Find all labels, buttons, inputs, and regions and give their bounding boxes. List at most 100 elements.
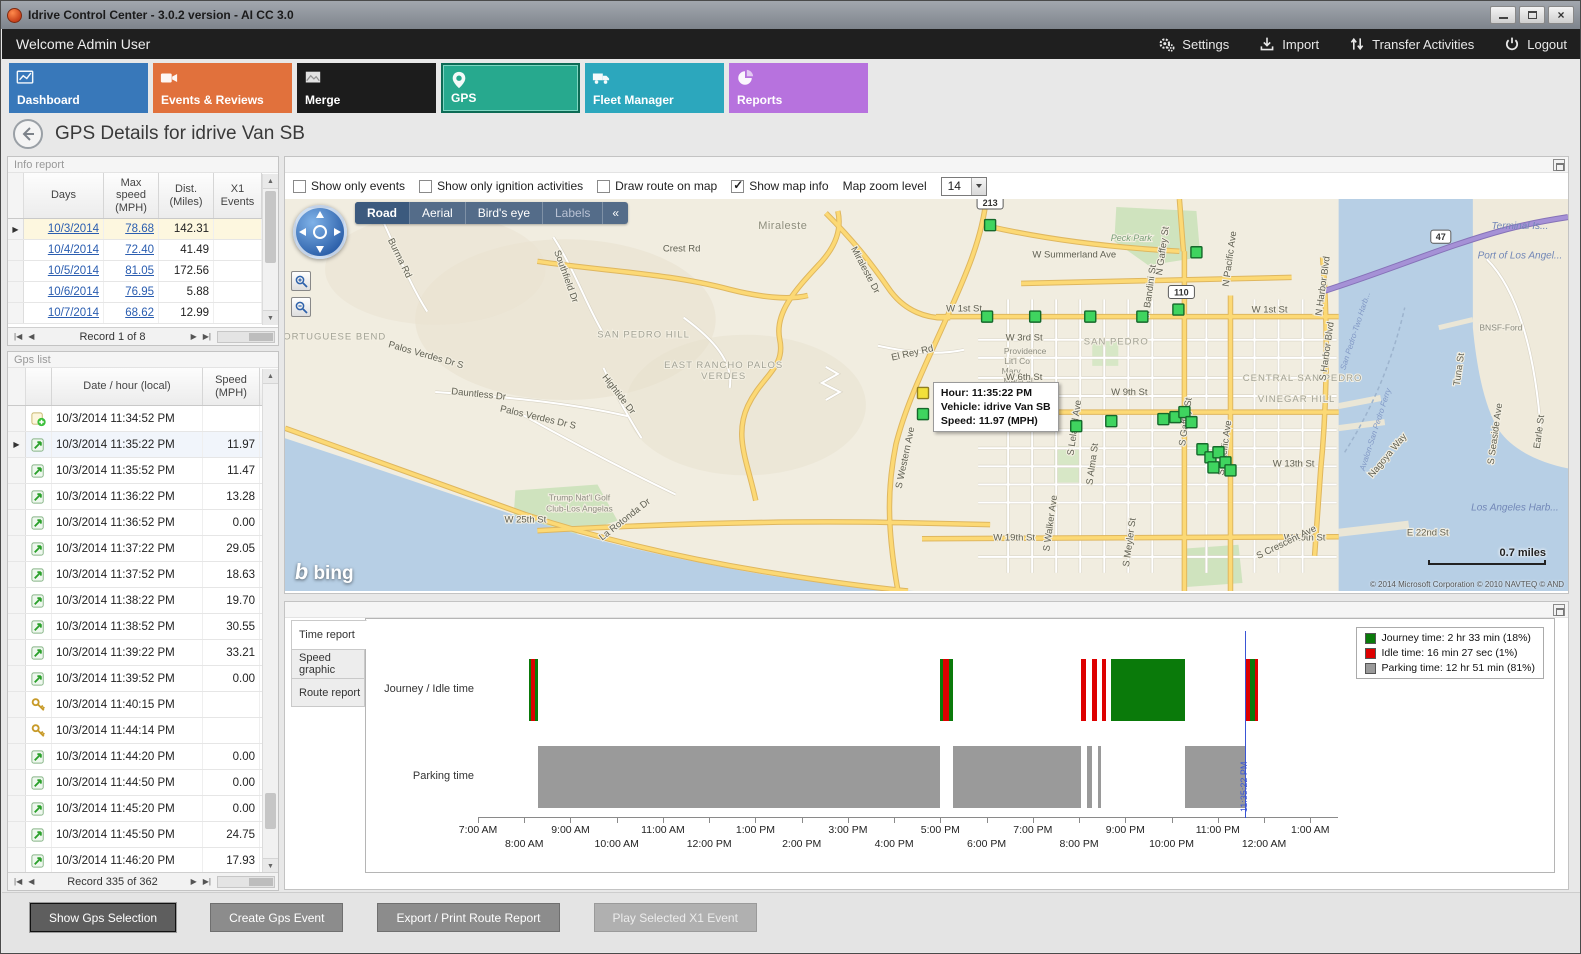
nav-tile-events[interactable]: Events & Reviews (153, 63, 292, 113)
days-cell[interactable]: 10/4/2014 (24, 240, 104, 260)
scroll-up-icon[interactable]: ▲ (263, 369, 278, 384)
gps-hscrollbar[interactable] (217, 876, 275, 888)
gps-list-row[interactable]: 10/3/2014 11:45:50 PM24.75 (8, 822, 278, 848)
gps-marker[interactable] (1191, 247, 1202, 258)
maximize-button[interactable] (1519, 6, 1545, 24)
pan-west-icon[interactable] (299, 228, 306, 236)
nav-tile-dashboard[interactable]: Dashboard (9, 63, 148, 113)
column-header[interactable]: Max speed (MPH) (104, 173, 159, 218)
topbar-action-import[interactable]: Import (1259, 36, 1319, 52)
max-speed-link[interactable]: 78.68 (125, 223, 154, 235)
gps-marker[interactable] (917, 409, 928, 420)
day-link[interactable]: 10/6/2014 (48, 286, 99, 298)
map-canvas[interactable]: MiralestePeck ParkW Summerland AveCrest … (285, 199, 1568, 591)
map-style-tab-labels[interactable]: Labels (543, 202, 603, 224)
gps-list-row[interactable]: 10/3/2014 11:38:52 PM30.55 (8, 614, 278, 640)
gps-marker[interactable] (1158, 414, 1169, 425)
checkbox-unchecked-icon[interactable] (597, 180, 610, 193)
max-speed-link[interactable]: 81.05 (125, 265, 154, 277)
gps-list-row[interactable]: 10/3/2014 11:36:52 PM0.00 (8, 510, 278, 536)
first-page-button[interactable]: |◀ (12, 332, 24, 341)
chart-panel-collapse-button[interactable] (1553, 604, 1565, 616)
table-row[interactable]: 10/6/201476.955.88 (8, 282, 278, 303)
nav-tile-fleet[interactable]: Fleet Manager (585, 63, 724, 113)
show-gps-selection-button[interactable]: Show Gps Selection (30, 903, 176, 932)
max-speed-cell[interactable]: 81.05 (104, 261, 159, 281)
max-speed-link[interactable]: 72.40 (125, 244, 154, 256)
map-panel-collapse-button[interactable] (1553, 159, 1565, 171)
gps-list-row[interactable]: 10/3/2014 11:46:20 PM17.93 (8, 848, 278, 874)
gps-marker[interactable] (1030, 311, 1041, 322)
checkbox-show-map-info[interactable]: Show map info (731, 179, 828, 193)
day-link[interactable]: 10/5/2014 (48, 265, 99, 277)
checkbox-checked-icon[interactable] (731, 180, 744, 193)
checkbox-unchecked-icon[interactable] (419, 180, 432, 193)
last-page-button[interactable]: ▶| (201, 332, 213, 341)
column-header[interactable]: Speed (MPH) (203, 368, 260, 405)
create-gps-event-button[interactable]: Create Gps Event (210, 903, 343, 932)
gps-marker[interactable] (1186, 417, 1197, 428)
chart-tab-route-report[interactable]: Route report (291, 678, 365, 707)
map-view[interactable]: MiralestePeck ParkW Summerland AveCrest … (285, 199, 1568, 591)
gps-marker[interactable] (1225, 465, 1236, 476)
gps-marker[interactable] (1106, 416, 1117, 427)
first-page-button[interactable]: |◀ (12, 877, 24, 886)
table-row[interactable]: 10/4/201472.4041.49 (8, 240, 278, 261)
export-print-route-report-button[interactable]: Export / Print Route Report (377, 903, 559, 932)
max-speed-link[interactable]: 76.95 (125, 286, 154, 298)
gps-list-row[interactable]: 10/3/2014 11:38:22 PM19.70 (8, 588, 278, 614)
table-row[interactable]: 10/5/201481.05172.56 (8, 261, 278, 282)
gps-marker[interactable] (1173, 304, 1184, 315)
checkbox-draw-route-on-map[interactable]: Draw route on map (597, 179, 717, 193)
max-speed-cell[interactable]: 68.62 (104, 303, 159, 323)
map-zoom-level-select[interactable]: 14 (941, 177, 987, 196)
scrollbar-thumb[interactable] (265, 191, 276, 263)
zoom-out-button[interactable] (291, 297, 311, 317)
scroll-down-icon[interactable]: ▼ (263, 310, 278, 325)
nav-tile-reports[interactable]: Reports (729, 63, 868, 113)
column-header[interactable]: Date / hour (local) (52, 368, 203, 405)
day-link[interactable]: 10/7/2014 (48, 307, 99, 319)
table-row[interactable]: 10/7/201468.6212.99 (8, 303, 278, 324)
map-style-tab-road[interactable]: Road (355, 202, 410, 224)
scrollbar-thumb[interactable] (265, 793, 276, 829)
pan-south-icon[interactable] (316, 246, 324, 253)
pan-east-icon[interactable] (334, 228, 341, 236)
gps-list-row[interactable]: ▶10/3/2014 11:35:22 PM11.97 (8, 432, 278, 458)
gps-marker[interactable] (982, 311, 993, 322)
compass-center[interactable] (313, 225, 327, 239)
info-report-scrollbar[interactable]: ▲ ▼ (262, 174, 278, 325)
column-header[interactable]: X1 Events (214, 173, 262, 218)
table-row[interactable]: ▶10/3/201478.68142.31 (8, 219, 278, 240)
gps-list-row[interactable]: 10/3/2014 11:44:50 PM0.00 (8, 770, 278, 796)
minimize-button[interactable] (1490, 6, 1516, 24)
gps-list-row[interactable]: 10/3/2014 11:40:15 PM (8, 692, 278, 718)
pan-north-icon[interactable] (316, 211, 324, 218)
gps-list-row[interactable]: 10/3/2014 11:34:52 PM (8, 406, 278, 432)
gps-list-scrollbar[interactable]: ▲ ▼ (262, 369, 278, 873)
gps-list-row[interactable]: 10/3/2014 11:36:22 PM13.28 (8, 484, 278, 510)
map-style-tab-aerial[interactable]: Aerial (410, 202, 466, 224)
gps-marker[interactable] (1208, 462, 1219, 473)
checkbox-unchecked-icon[interactable] (293, 180, 306, 193)
gps-marker-selected[interactable] (917, 387, 928, 398)
days-cell[interactable]: 10/6/2014 (24, 282, 104, 302)
close-button[interactable]: × (1548, 6, 1574, 24)
next-page-button[interactable]: ▶ (189, 332, 199, 341)
info-hscrollbar[interactable] (217, 331, 275, 343)
scroll-down-icon[interactable]: ▼ (263, 858, 278, 873)
gps-list-row[interactable]: 10/3/2014 11:45:20 PM0.00 (8, 796, 278, 822)
checkbox-show-only-events[interactable]: Show only events (293, 179, 405, 193)
gps-marker[interactable] (1085, 311, 1096, 322)
max-speed-cell[interactable]: 76.95 (104, 282, 159, 302)
nav-tile-merge[interactable]: Merge (297, 63, 436, 113)
last-page-button[interactable]: ▶| (201, 877, 213, 886)
back-button[interactable] (13, 119, 43, 149)
chart-tab-time-report[interactable]: Time report (291, 620, 367, 649)
prev-page-button[interactable]: ◀ (26, 877, 36, 886)
max-speed-cell[interactable]: 72.40 (104, 240, 159, 260)
chevron-down-icon[interactable] (971, 178, 986, 195)
zoom-in-button[interactable] (291, 271, 311, 291)
gps-list-row[interactable]: 10/3/2014 11:35:52 PM11.47 (8, 458, 278, 484)
days-cell[interactable]: 10/3/2014 (24, 219, 104, 239)
